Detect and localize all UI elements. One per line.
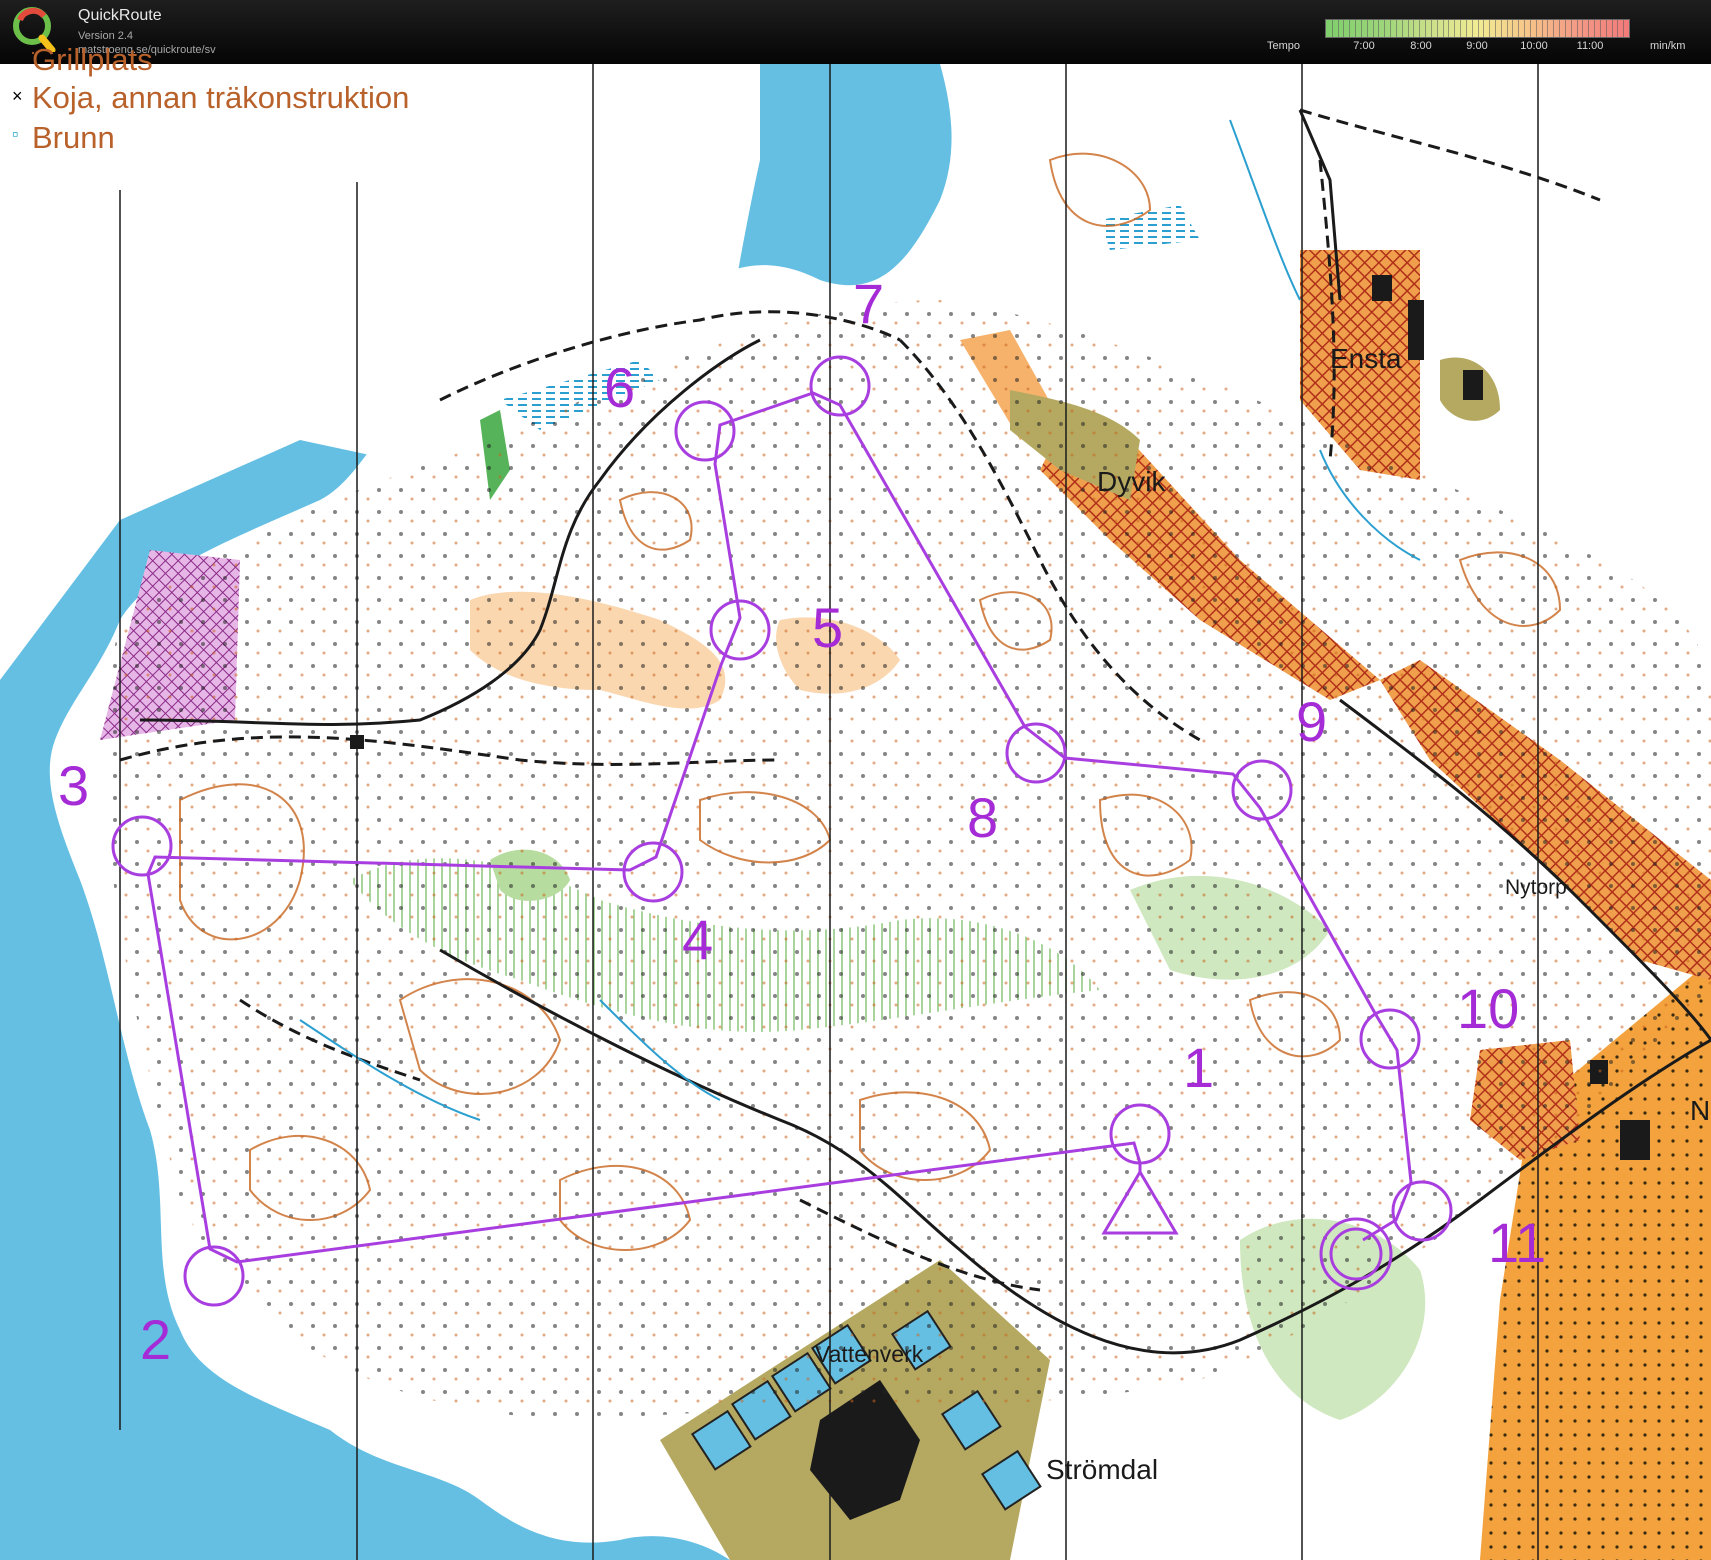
tempo-scale-tick bbox=[1512, 20, 1514, 37]
tempo-scale-tick bbox=[1576, 20, 1578, 37]
tempo-scale-tick bbox=[1349, 20, 1351, 37]
control-number-3: 3 bbox=[58, 754, 90, 817]
tempo-scale-tick bbox=[1378, 20, 1380, 37]
tempo-scale-tick bbox=[1483, 20, 1485, 37]
well-symbol: ▫ bbox=[12, 124, 19, 144]
tempo-scale-tick bbox=[1594, 20, 1596, 37]
tempo-scale-tick bbox=[1419, 20, 1421, 37]
tempo-scale-tick bbox=[1454, 20, 1456, 37]
control-number-10: 10 bbox=[1457, 977, 1520, 1040]
tempo-scale-tick bbox=[1372, 20, 1374, 37]
control-number-4: 4 bbox=[682, 908, 714, 971]
tempo-scale-tick bbox=[1401, 20, 1403, 37]
tempo-scale-tick bbox=[1471, 20, 1473, 37]
control-number-11: 11 bbox=[1488, 1211, 1547, 1274]
app-version: Version 2.4 bbox=[78, 30, 134, 42]
legend-item-label: Grillplats bbox=[32, 42, 153, 77]
tempo-scale-tick bbox=[1425, 20, 1427, 37]
control-number-1: 1 bbox=[1183, 1036, 1215, 1099]
tempo-scale-tick bbox=[1524, 20, 1526, 37]
control-number-8: 8 bbox=[967, 786, 999, 849]
tempo-scale-tick bbox=[1623, 20, 1625, 37]
control-number-2: 2 bbox=[140, 1308, 172, 1371]
legend-item-koja: × Koja, annan träkonstruktion bbox=[12, 80, 410, 116]
tempo-scale-tick bbox=[1500, 20, 1502, 37]
tempo-tick-label: 10:00 bbox=[1520, 40, 1548, 52]
tempo-scale-tick bbox=[1460, 20, 1462, 37]
place-label-dyvik: Dyvik bbox=[1097, 466, 1166, 497]
tempo-scale-tick bbox=[1489, 20, 1491, 37]
tempo-label: Tempo bbox=[1267, 40, 1301, 52]
place-label-vattenverk: Vattenverk bbox=[815, 1341, 924, 1367]
place-label-ensta: Ensta bbox=[1330, 343, 1402, 374]
tempo-scale-tick bbox=[1506, 20, 1508, 37]
tempo-scale-tick bbox=[1559, 20, 1561, 37]
tempo-scale-tick bbox=[1541, 20, 1543, 37]
tempo-scale-tick bbox=[1605, 20, 1607, 37]
tempo-scale-tick bbox=[1343, 20, 1345, 37]
place-label-nytorp: Nytorp bbox=[1505, 876, 1567, 899]
tempo-scale-tick bbox=[1494, 20, 1496, 37]
tempo-scale-tick bbox=[1588, 20, 1590, 37]
tempo-scale-tick bbox=[1611, 20, 1613, 37]
tempo-scale-tick bbox=[1407, 20, 1409, 37]
tempo-scale-tick bbox=[1599, 20, 1601, 37]
tempo-scale-tick bbox=[1570, 20, 1572, 37]
tempo-scale-tick bbox=[1413, 20, 1415, 37]
tempo-scale-tick bbox=[1518, 20, 1520, 37]
tempo-unit: min/km bbox=[1650, 40, 1686, 52]
tempo-scale-tick bbox=[1331, 20, 1333, 37]
tempo-scale-tick bbox=[1430, 20, 1432, 37]
control-number-9: 9 bbox=[1296, 690, 1328, 753]
tempo-scale-tick bbox=[1337, 20, 1339, 37]
legend-item-label: Koja, annan träkonstruktion bbox=[32, 80, 410, 115]
tempo-scale-tick bbox=[1442, 20, 1444, 37]
tempo-scale-tick bbox=[1366, 20, 1368, 37]
tempo-scale-tick bbox=[1547, 20, 1549, 37]
tempo-scale-tick bbox=[1529, 20, 1531, 37]
control-number-7: 7 bbox=[853, 272, 885, 335]
title-bar: QuickRoute Version 2.4 matstroeng.se/qui… bbox=[0, 0, 1711, 66]
tempo-scale-tick bbox=[1465, 20, 1467, 37]
grillplats-symbol: · bbox=[30, 42, 36, 62]
tempo-scale-tick bbox=[1390, 20, 1392, 37]
tempo-color-scale bbox=[1325, 19, 1630, 38]
tempo-scale-tick bbox=[1360, 20, 1362, 37]
tempo-scale-tick bbox=[1395, 20, 1397, 37]
legend-item-brunn: ▫ Brunn bbox=[12, 120, 115, 156]
tempo-scale-tick bbox=[1477, 20, 1479, 37]
control-number-6: 6 bbox=[604, 356, 636, 419]
tempo-tick-label: 7:00 bbox=[1353, 40, 1375, 52]
control-number-5: 5 bbox=[812, 596, 844, 659]
tempo-scale-tick bbox=[1355, 20, 1357, 37]
tempo-tick-label: 9:00 bbox=[1466, 40, 1488, 52]
tempo-scale-tick bbox=[1384, 20, 1386, 37]
tempo-scale-tick bbox=[1436, 20, 1438, 37]
legend-item-grillplats: · Grillplats bbox=[30, 42, 153, 78]
place-label-stromdal: Strömdal bbox=[1046, 1454, 1159, 1485]
tempo-scale-tick bbox=[1564, 20, 1566, 37]
legend-item-label: Brunn bbox=[32, 120, 115, 155]
place-label-edge: N bbox=[1690, 1095, 1711, 1126]
app-name: QuickRoute bbox=[78, 7, 162, 24]
tempo-scale-tick bbox=[1553, 20, 1555, 37]
tempo-scale-tick bbox=[1617, 20, 1619, 37]
tempo-scale-tick bbox=[1582, 20, 1584, 37]
tempo-tick-label: 11:00 bbox=[1576, 40, 1604, 52]
tempo-tick-label: 8:00 bbox=[1410, 40, 1432, 52]
tempo-scale-tick bbox=[1535, 20, 1537, 37]
cross-symbol: × bbox=[12, 86, 23, 106]
tempo-scale-tick bbox=[1448, 20, 1450, 37]
